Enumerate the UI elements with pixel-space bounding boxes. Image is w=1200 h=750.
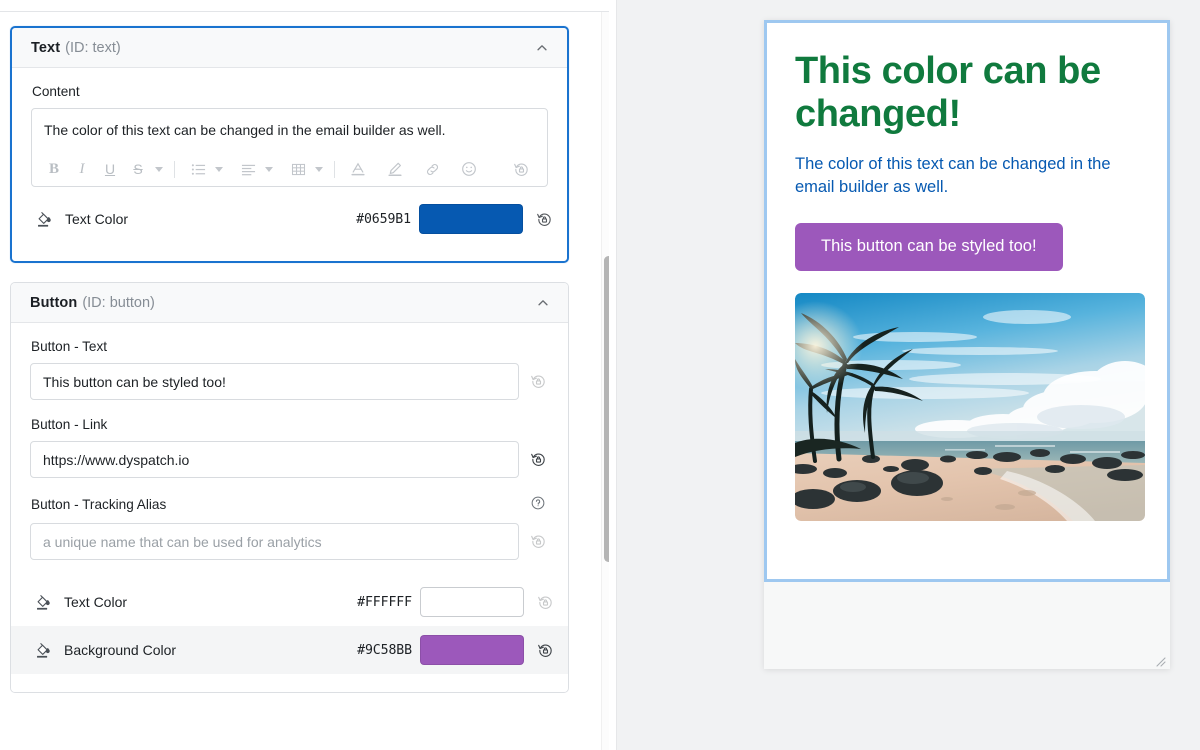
- link-icon[interactable]: [418, 157, 446, 182]
- button-alias-label-text: Button - Tracking Alias: [31, 497, 167, 512]
- italic-icon[interactable]: I: [68, 157, 96, 182]
- email-builder-app: Text (ID: text) Content The color of this…: [0, 0, 1200, 750]
- section-body-button: Button - Text This button can be styled …: [11, 323, 568, 692]
- email-paragraph[interactable]: The color of this text can be changed in…: [795, 153, 1139, 199]
- section-id: (ID: text): [65, 39, 121, 56]
- revert-icon[interactable]: [507, 157, 535, 182]
- content-label: Content: [32, 84, 548, 99]
- section-title-row: Text (ID: text): [31, 39, 121, 57]
- section-header-button[interactable]: Button (ID: button): [11, 283, 568, 323]
- revert-icon[interactable]: [534, 591, 556, 613]
- section-header-text[interactable]: Text (ID: text): [12, 28, 567, 68]
- bold-icon[interactable]: B: [40, 157, 68, 182]
- text-color-rows: Text Color #0659B1: [31, 195, 551, 243]
- list-dropdown-caret[interactable]: [212, 157, 225, 182]
- paint-bucket-icon: [30, 593, 56, 612]
- revert-icon[interactable]: [534, 639, 556, 661]
- align-icon[interactable]: [234, 157, 262, 182]
- paint-bucket-icon: [31, 210, 57, 229]
- underline-icon[interactable]: U: [96, 157, 124, 182]
- rich-text-content[interactable]: The color of this text can be changed in…: [32, 109, 547, 153]
- button-alias-input[interactable]: a unique name that can be used for analy…: [30, 523, 519, 560]
- revert-icon[interactable]: [533, 208, 555, 230]
- color-row-text-color[interactable]: Text Color #0659B1: [12, 195, 567, 243]
- color-hex-value: #FFFFFF: [357, 594, 412, 610]
- color-hex-value: #0659B1: [356, 211, 411, 227]
- button-link-row: https://www.dyspatch.io: [30, 441, 549, 478]
- revert-icon[interactable]: [527, 531, 549, 553]
- email-heading[interactable]: This color can be changed!: [795, 50, 1139, 135]
- highlight-icon[interactable]: [381, 157, 409, 182]
- content-label-text: Content: [32, 84, 80, 99]
- email-button[interactable]: This button can be styled too!: [795, 222, 1063, 271]
- email-preview-window: This color can be changed! The color of …: [764, 20, 1170, 669]
- chevron-up-icon[interactable]: [536, 296, 550, 310]
- section-card-text[interactable]: Text (ID: text) Content The color of this…: [10, 26, 569, 263]
- email-canvas[interactable]: This color can be changed! The color of …: [764, 20, 1170, 582]
- button-alias-row: a unique name that can be used for analy…: [30, 523, 549, 560]
- button-text-row: This button can be styled too!: [30, 363, 549, 400]
- button-text-label: Button - Text: [31, 339, 549, 354]
- editor-panel: Text (ID: text) Content The color of this…: [0, 0, 609, 750]
- help-circle-icon[interactable]: [530, 495, 546, 514]
- emoji-icon[interactable]: [455, 157, 483, 182]
- section-title: Text: [31, 39, 61, 56]
- bullet-list-icon[interactable]: [184, 157, 212, 182]
- color-row-button-background-color[interactable]: Background Color #9C58BB: [11, 626, 568, 674]
- color-row-button-text-color[interactable]: Text Color #FFFFFF: [11, 578, 568, 626]
- button-alias-label: Button - Tracking Alias: [31, 495, 549, 514]
- button-text-label-text: Button - Text: [31, 339, 108, 354]
- section-title: Button: [30, 294, 78, 311]
- preview-area: This color can be changed! The color of …: [617, 0, 1200, 750]
- color-swatch[interactable]: [419, 204, 523, 234]
- rich-text-editor[interactable]: The color of this text can be changed in…: [31, 108, 548, 187]
- email-hero-image[interactable]: [795, 292, 1145, 521]
- button-link-label-text: Button - Link: [31, 417, 108, 432]
- editor-panel-scroll-region[interactable]: Text (ID: text) Content The color of this…: [0, 12, 609, 750]
- color-row-label: Text Color: [64, 594, 128, 610]
- left-panel-scrollbar-thumb[interactable]: [604, 256, 609, 562]
- button-color-rows: Text Color #FFFFFF Background Color #9C5…: [11, 578, 568, 674]
- rich-text-toolbar: B I U S: [32, 153, 547, 186]
- strikethrough-dropdown-caret[interactable]: [152, 157, 165, 182]
- button-link-label: Button - Link: [31, 417, 549, 432]
- button-text-input[interactable]: This button can be styled too!: [30, 363, 519, 400]
- revert-icon[interactable]: [527, 449, 549, 471]
- revert-icon[interactable]: [527, 371, 549, 393]
- strikethrough-icon[interactable]: S: [124, 157, 152, 182]
- color-row-label: Background Color: [64, 642, 177, 658]
- font-color-icon[interactable]: [344, 157, 372, 182]
- color-swatch[interactable]: [420, 635, 524, 665]
- paint-bucket-icon: [30, 641, 56, 660]
- toolbar-divider-2: [334, 160, 335, 178]
- table-icon[interactable]: [284, 157, 312, 182]
- section-title-row: Button (ID: button): [30, 294, 155, 312]
- table-dropdown-caret[interactable]: [312, 157, 325, 182]
- tropical-beach-photo: [795, 292, 1145, 521]
- toolbar-divider: [174, 160, 175, 178]
- email-content: This color can be changed! The color of …: [767, 23, 1167, 521]
- color-row-label: Text Color: [65, 211, 129, 227]
- color-hex-value: #9C58BB: [357, 642, 412, 658]
- resize-grip-icon[interactable]: [1155, 654, 1166, 667]
- align-dropdown-caret[interactable]: [262, 157, 275, 182]
- chevron-up-icon[interactable]: [535, 41, 549, 55]
- section-body-text: Content The color of this text can be ch…: [12, 68, 567, 261]
- section-id: (ID: button): [82, 294, 155, 311]
- color-swatch[interactable]: [420, 587, 524, 617]
- button-link-input[interactable]: https://www.dyspatch.io: [30, 441, 519, 478]
- section-card-button[interactable]: Button (ID: button) Button - Text This bu…: [10, 282, 569, 693]
